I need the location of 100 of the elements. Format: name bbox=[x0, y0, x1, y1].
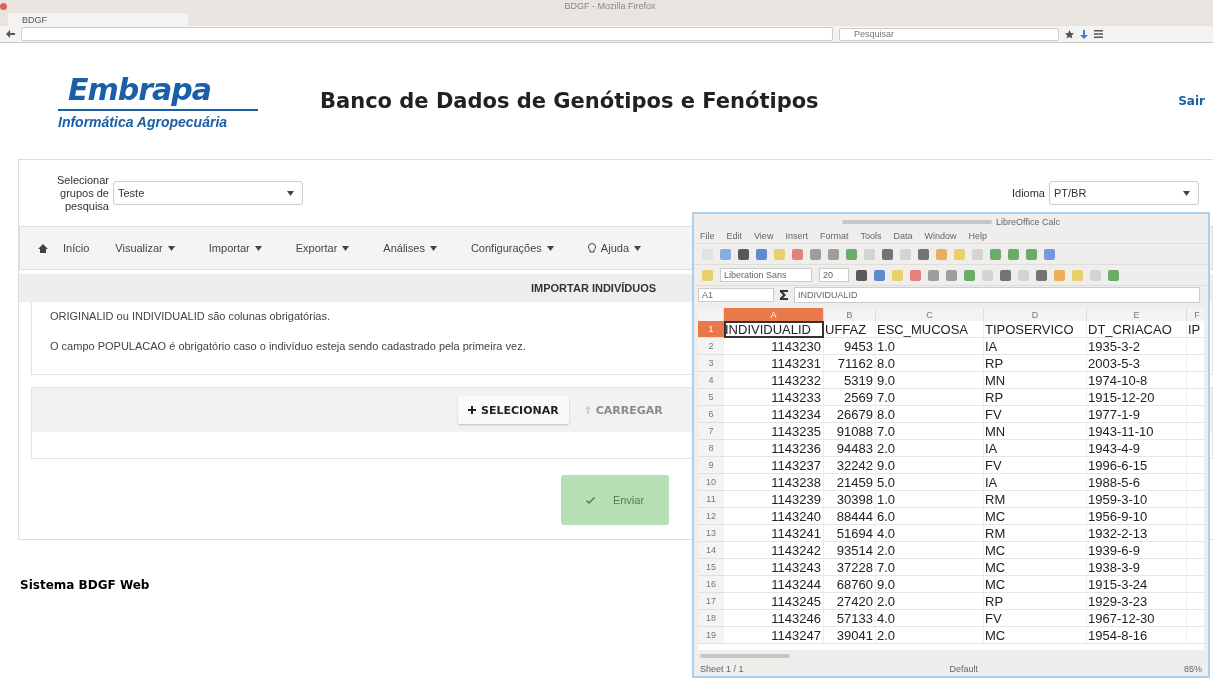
table-cell: 9.0 bbox=[876, 457, 984, 474]
name-box[interactable]: A1 bbox=[698, 288, 774, 302]
column-header[interactable]: B bbox=[824, 308, 876, 321]
column-header[interactable]: C bbox=[876, 308, 984, 321]
select-file-button[interactable]: SELECIONAR bbox=[458, 396, 569, 424]
table-cell: 1.0 bbox=[876, 491, 984, 508]
corner-cell[interactable] bbox=[698, 308, 724, 321]
table-cell: MC bbox=[984, 576, 1087, 593]
row-header[interactable]: 17 bbox=[698, 593, 724, 610]
table-cell: 1996-6-15 bbox=[1087, 457, 1187, 474]
row-header[interactable]: 15 bbox=[698, 559, 724, 576]
nav-menu-item[interactable]: Ajuda bbox=[587, 242, 649, 254]
address-bar[interactable] bbox=[21, 27, 833, 41]
menu-item[interactable]: Tools bbox=[860, 231, 882, 241]
menu-item[interactable]: File bbox=[700, 231, 715, 241]
row-header[interactable]: 6 bbox=[698, 406, 724, 423]
row-header[interactable]: 9 bbox=[698, 457, 724, 474]
row-header[interactable]: 3 bbox=[698, 355, 724, 372]
table-cell: 1938-3-9 bbox=[1087, 559, 1187, 576]
font-name-field[interactable]: Liberation Sans bbox=[720, 268, 812, 282]
caret-icon bbox=[167, 245, 175, 251]
browser-tab[interactable]: BDGF bbox=[8, 13, 188, 26]
menu-item[interactable]: Help bbox=[968, 231, 987, 241]
toolbar-icon[interactable] bbox=[756, 248, 767, 260]
table-cell: MC bbox=[984, 542, 1087, 559]
logout-link[interactable]: Sair bbox=[1178, 94, 1205, 108]
nav-menu-item[interactable]: Análises bbox=[383, 242, 445, 254]
row-header[interactable]: 4 bbox=[698, 372, 724, 389]
row-header[interactable]: 8 bbox=[698, 440, 724, 457]
window-title: BDGF - Mozilla Firefox bbox=[564, 1, 656, 11]
nav-menu-item[interactable]: Configurações bbox=[470, 242, 562, 254]
language-select[interactable]: PT/BR bbox=[1049, 181, 1199, 205]
toolbar-icon[interactable] bbox=[856, 269, 867, 281]
nav-menu-item[interactable]: Início bbox=[38, 242, 90, 254]
footer-text: Sistema BDGF Web bbox=[20, 578, 150, 592]
window-title: LibreOffice Calc bbox=[996, 216, 1060, 227]
row-header[interactable]: 18 bbox=[698, 610, 724, 627]
table-cell: 9.0 bbox=[876, 372, 984, 389]
caret-icon bbox=[342, 245, 350, 251]
row-header[interactable]: 10 bbox=[698, 474, 724, 491]
page-title: Banco de Dados de Genótipos e Fenótipos bbox=[320, 89, 820, 113]
table-cell: 1143231 bbox=[724, 355, 824, 372]
table-cell: 1143242 bbox=[724, 542, 824, 559]
column-header[interactable]: F bbox=[1187, 308, 1204, 321]
toolbar-icon[interactable] bbox=[1000, 269, 1011, 281]
search-field[interactable]: Pesquisar bbox=[839, 27, 1059, 41]
column-header[interactable]: E bbox=[1087, 308, 1187, 321]
menu-item[interactable]: Edit bbox=[726, 231, 743, 241]
table-cell: 1143243 bbox=[724, 559, 824, 576]
table-cell: 51694 bbox=[824, 525, 876, 542]
table-cell: 9.0 bbox=[876, 576, 984, 593]
font-size-field[interactable]: 20 bbox=[819, 268, 849, 282]
table-cell: 1939-6-9 bbox=[1087, 542, 1187, 559]
table-cell: 1143233 bbox=[724, 389, 824, 406]
menu-item[interactable]: Data bbox=[893, 231, 913, 241]
table-cell: 1935-3-2 bbox=[1087, 338, 1187, 355]
toolbar-icon[interactable] bbox=[738, 248, 749, 260]
menu-item[interactable]: Format bbox=[819, 231, 849, 241]
page-style: Default bbox=[949, 664, 979, 674]
toolbar-icon[interactable] bbox=[882, 248, 893, 260]
toolbar-icon[interactable] bbox=[1044, 248, 1055, 260]
caret-icon bbox=[546, 245, 554, 251]
menu-icon[interactable] bbox=[1094, 30, 1103, 38]
toolbar-icon[interactable] bbox=[918, 248, 929, 260]
column-header[interactable]: A bbox=[724, 308, 824, 321]
menu-item[interactable]: View bbox=[754, 231, 774, 241]
nav-menu-item[interactable]: Importar bbox=[208, 242, 270, 254]
table-cell: 4.0 bbox=[876, 610, 984, 627]
table-cell: IA bbox=[984, 338, 1087, 355]
menu-item[interactable]: Window bbox=[924, 231, 957, 241]
row-header[interactable]: 11 bbox=[698, 491, 724, 508]
row-header[interactable]: 13 bbox=[698, 525, 724, 542]
toolbar-icon[interactable] bbox=[874, 269, 885, 281]
row-header[interactable]: 16 bbox=[698, 576, 724, 593]
row-header[interactable]: 19 bbox=[698, 627, 724, 644]
row-header[interactable]: 12 bbox=[698, 508, 724, 525]
column-header[interactable]: D bbox=[984, 308, 1087, 321]
table-cell: DT_CRIACAO bbox=[1087, 321, 1187, 338]
back-arrow-icon[interactable] bbox=[6, 30, 15, 38]
row-header[interactable]: 1 bbox=[698, 321, 724, 338]
close-dot-icon[interactable] bbox=[0, 2, 7, 10]
row-header[interactable]: 5 bbox=[698, 389, 724, 406]
table-cell: 5.0 bbox=[876, 474, 984, 491]
download-arrow-icon[interactable] bbox=[1080, 29, 1088, 39]
row-header[interactable]: 2 bbox=[698, 338, 724, 355]
row-header[interactable]: 7 bbox=[698, 423, 724, 440]
nav-menu-item[interactable]: Visualizar bbox=[115, 242, 183, 254]
menu-item[interactable]: Insert bbox=[785, 231, 808, 241]
table-cell: IA bbox=[984, 474, 1087, 491]
row-header[interactable]: 14 bbox=[698, 542, 724, 559]
toolbar-icon[interactable] bbox=[1036, 269, 1047, 281]
sum-icon[interactable] bbox=[780, 290, 788, 300]
nav-menu-item[interactable]: Exportar bbox=[295, 242, 358, 254]
table-cell: 30398 bbox=[824, 491, 876, 508]
table-cell: 1967-12-30 bbox=[1087, 610, 1187, 627]
star-icon[interactable] bbox=[1065, 29, 1074, 39]
caret-icon bbox=[1183, 190, 1190, 196]
group-select[interactable]: Teste bbox=[113, 181, 303, 205]
table-cell: 1143245 bbox=[724, 593, 824, 610]
formula-field[interactable]: INDIVIDUALID bbox=[794, 287, 1200, 303]
